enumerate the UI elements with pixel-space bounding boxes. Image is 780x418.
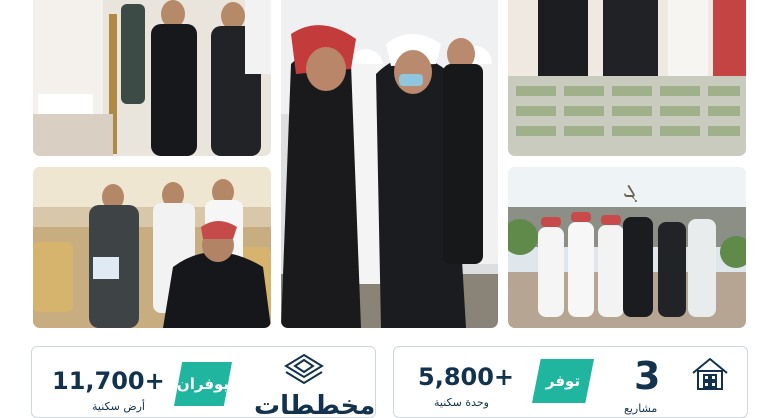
house-icon	[690, 355, 730, 391]
photo-site-walk: ܓ	[508, 167, 746, 328]
stats-card-projects: 5,800+ وحدة سكنية توفر 3 مشاريع	[393, 346, 748, 418]
unit-count: 5,800+	[418, 363, 515, 391]
projects-count: 3	[634, 354, 661, 398]
photo-officials-discussion	[281, 0, 498, 328]
photo-master-plan-model	[508, 0, 746, 156]
photo-exhibition-visit	[33, 0, 271, 156]
stats-card-plans: 11,700+ أرض سكنية يوفران مخططات	[31, 346, 376, 418]
unit-count-label: وحدة سكنية	[434, 396, 489, 409]
plans-heading: مخططات	[254, 391, 376, 418]
offer-tag: توفر	[532, 359, 594, 403]
land-count: 11,700+	[52, 367, 165, 395]
photo-meeting-room	[33, 167, 271, 328]
land-count-label: أرض سكنية	[92, 400, 145, 413]
provide-tag: يوفران	[174, 362, 232, 406]
map-plan-icon	[282, 352, 326, 390]
svg-text:ܓ: ܓ	[623, 178, 637, 203]
